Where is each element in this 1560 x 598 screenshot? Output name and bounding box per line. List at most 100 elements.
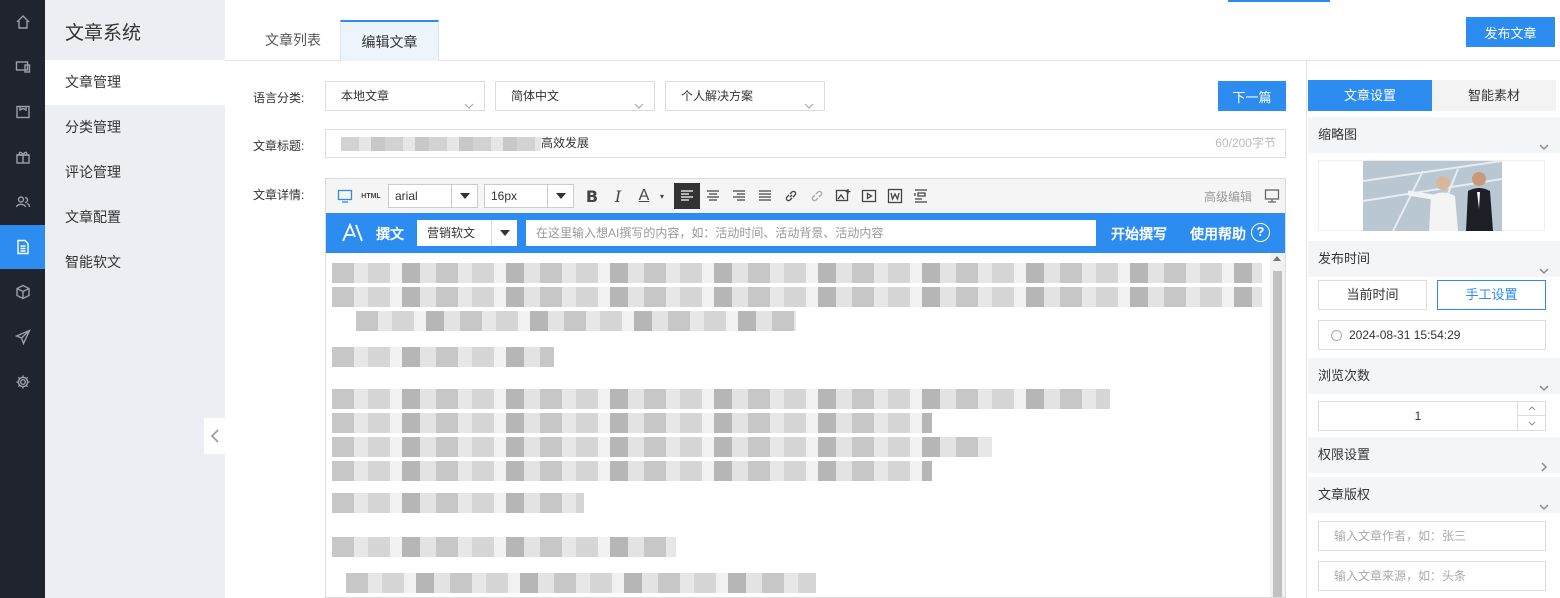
publish-time-label: 发布时间 bbox=[1318, 251, 1371, 266]
align-left-icon[interactable] bbox=[674, 183, 700, 209]
italic-icon[interactable]: I bbox=[609, 187, 627, 206]
publish-article-button[interactable]: 发布文章 bbox=[1466, 17, 1555, 47]
redacted-text bbox=[332, 461, 932, 481]
article-type-select[interactable]: 本地文章 bbox=[325, 81, 485, 111]
article-title-input[interactable]: 高效发展 60/200字节 bbox=[325, 129, 1286, 158]
datetime-input[interactable]: 2024-08-31 15:54:29 bbox=[1318, 320, 1546, 350]
secondary-nav: 文章系统 文章管理 分类管理 评论管理 文章配置 智能软文 bbox=[45, 0, 225, 598]
scroll-up-icon[interactable] bbox=[1273, 256, 1281, 261]
decrement-button[interactable] bbox=[1518, 416, 1545, 430]
link-icon[interactable] bbox=[782, 187, 800, 205]
editor-toolbar: HTML arial 16px B I A ▾ 高级编辑 bbox=[326, 179, 1285, 213]
chevron-down-icon bbox=[1539, 268, 1549, 274]
tab-edit-article[interactable]: 编辑文章 bbox=[340, 20, 439, 61]
fullscreen-icon[interactable] bbox=[1263, 187, 1281, 205]
redacted-text bbox=[332, 389, 1110, 409]
chevron-down-icon bbox=[464, 103, 474, 109]
align-right-icon[interactable] bbox=[730, 187, 748, 205]
calendar-icon[interactable] bbox=[0, 90, 45, 134]
increment-button[interactable] bbox=[1518, 402, 1545, 416]
redacted-text bbox=[332, 493, 584, 513]
home-icon[interactable] bbox=[0, 0, 45, 44]
thumbnail-image bbox=[1363, 161, 1502, 231]
tab-article-list[interactable]: 文章列表 bbox=[250, 20, 336, 61]
thumbnail-section-header[interactable]: 缩略图 bbox=[1308, 117, 1560, 153]
nav-item-comment-management[interactable]: 评论管理 bbox=[45, 150, 225, 195]
detail-label: 文章详情: bbox=[253, 188, 305, 202]
caret-down-icon bbox=[459, 193, 470, 199]
current-time-button[interactable]: 当前时间 bbox=[1318, 280, 1427, 310]
preview-icon[interactable] bbox=[336, 187, 354, 205]
ai-type-value: 营销软文 bbox=[427, 226, 476, 240]
font-color-icon[interactable]: A bbox=[635, 187, 653, 205]
chevron-down-icon bbox=[1539, 385, 1549, 391]
send-icon[interactable] bbox=[0, 315, 45, 359]
ai-prompt-input[interactable]: 在这里输入想AI撰写的内容，如：活动时间、活动背景、活动内容 bbox=[526, 220, 1096, 246]
language-value: 简体中文 bbox=[511, 89, 560, 103]
document-icon[interactable] bbox=[0, 225, 45, 269]
align-center-icon[interactable] bbox=[704, 187, 722, 205]
ai-writing-bar: 撰文 营销软文 在这里输入想AI撰写的内容，如：活动时间、活动背景、活动内容 开… bbox=[326, 213, 1285, 253]
help-icon[interactable]: ? bbox=[1251, 223, 1270, 242]
nav-item-article-config[interactable]: 文章配置 bbox=[45, 195, 225, 240]
author-input[interactable]: 输入文章作者，如：张三 bbox=[1318, 521, 1546, 551]
settings-panel: 文章设置 智能素材 缩略图 发布时间 当前时间 手工设置 2024-08-31 … bbox=[1306, 61, 1560, 598]
html-icon[interactable]: HTML bbox=[360, 187, 382, 205]
datetime-value: 2024-08-31 15:54:29 bbox=[1349, 328, 1461, 342]
category-select[interactable]: 个人解决方案 bbox=[665, 81, 825, 111]
format-icon[interactable] bbox=[912, 187, 930, 205]
font-family-select[interactable]: arial bbox=[388, 184, 478, 208]
word-icon[interactable] bbox=[886, 187, 904, 205]
icon-rail bbox=[0, 0, 45, 598]
views-value: 1 bbox=[1414, 409, 1422, 423]
title-visible-text: 高效发展 bbox=[541, 136, 590, 150]
editor-content[interactable] bbox=[326, 253, 1270, 597]
image-icon[interactable] bbox=[834, 187, 852, 205]
views-section-header[interactable]: 浏览次数 bbox=[1308, 358, 1560, 394]
chevron-right-icon bbox=[1541, 462, 1547, 472]
editor-scrollbar[interactable] bbox=[1270, 253, 1285, 597]
users-icon[interactable] bbox=[0, 180, 45, 224]
permission-section-header[interactable]: 权限设置 bbox=[1308, 437, 1560, 473]
gear-icon[interactable] bbox=[0, 360, 45, 404]
collapse-sidebar-button[interactable] bbox=[204, 418, 225, 454]
font-color-caret-icon[interactable]: ▾ bbox=[653, 187, 671, 205]
top-accent-line bbox=[1228, 0, 1330, 2]
tab-article-settings[interactable]: 文章设置 bbox=[1308, 80, 1432, 111]
category-value: 个人解决方案 bbox=[681, 89, 754, 103]
source-input[interactable]: 输入文章来源，如：头条 bbox=[1318, 561, 1546, 591]
redacted-text bbox=[332, 437, 992, 457]
title-label: 文章标题: bbox=[253, 139, 305, 153]
ai-logo-icon bbox=[342, 222, 364, 243]
copyright-section-header[interactable]: 文章版权 bbox=[1308, 477, 1560, 513]
manual-time-button[interactable]: 手工设置 bbox=[1437, 280, 1546, 310]
redacted-text bbox=[332, 287, 1262, 307]
views-input[interactable]: 1 bbox=[1318, 401, 1546, 431]
next-article-button[interactable]: 下一篇 bbox=[1218, 81, 1286, 111]
align-justify-icon[interactable] bbox=[756, 187, 774, 205]
nav-item-category-management[interactable]: 分类管理 bbox=[45, 105, 225, 150]
video-icon[interactable] bbox=[860, 187, 878, 205]
nav-item-smart-article[interactable]: 智能软文 bbox=[45, 240, 225, 285]
publish-time-section-header[interactable]: 发布时间 bbox=[1308, 241, 1560, 277]
ai-label: 撰文 bbox=[376, 226, 404, 242]
box-icon[interactable] bbox=[0, 270, 45, 314]
ai-type-select[interactable]: 营销软文 bbox=[417, 220, 517, 246]
start-writing-button[interactable]: 开始撰写 bbox=[1111, 224, 1167, 244]
monitor-icon[interactable] bbox=[0, 45, 45, 89]
chevron-down-icon bbox=[804, 103, 814, 109]
nav-item-article-management[interactable]: 文章管理 bbox=[45, 60, 225, 105]
tab-smart-material[interactable]: 智能素材 bbox=[1432, 80, 1556, 111]
font-size-select[interactable]: 16px bbox=[484, 184, 574, 208]
redacted-text bbox=[332, 413, 932, 433]
advanced-edit-link[interactable]: 高级编辑 bbox=[1204, 188, 1252, 205]
gift-icon[interactable] bbox=[0, 135, 45, 179]
unlink-icon[interactable] bbox=[808, 187, 826, 205]
views-stepper[interactable] bbox=[1517, 402, 1545, 430]
thumbnail-box[interactable] bbox=[1318, 160, 1545, 231]
language-select[interactable]: 简体中文 bbox=[495, 81, 655, 111]
scrollbar-thumb[interactable] bbox=[1273, 271, 1282, 597]
chevron-up-icon bbox=[1528, 406, 1535, 411]
bold-icon[interactable]: B bbox=[583, 187, 601, 206]
help-link[interactable]: 使用帮助 bbox=[1190, 224, 1246, 244]
